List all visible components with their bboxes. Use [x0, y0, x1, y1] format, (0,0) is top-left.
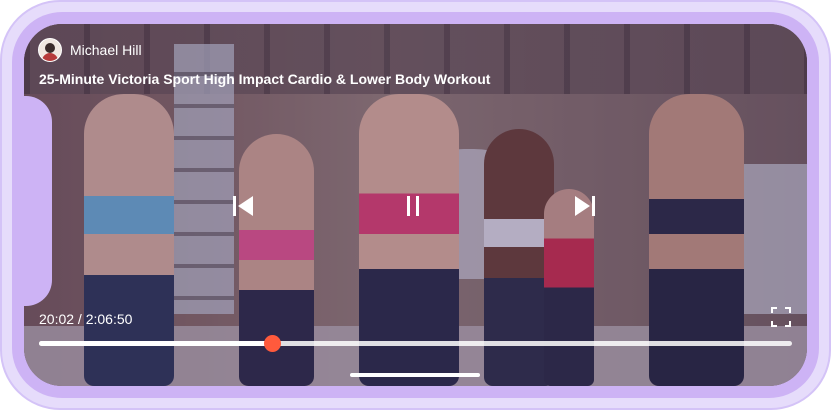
- playback-controls: [229, 192, 599, 220]
- video-title: 25-Minute Victoria Sport High Impact Car…: [39, 71, 491, 87]
- time-display: 20:02 / 2:06:50: [39, 311, 133, 327]
- skip-previous-icon: [233, 196, 253, 216]
- pause-icon: [407, 196, 419, 216]
- fullscreen-button[interactable]: [770, 306, 792, 328]
- fullscreen-icon: [771, 307, 791, 327]
- previous-button[interactable]: [229, 192, 257, 220]
- skip-next-icon: [575, 196, 595, 216]
- author-row[interactable]: Michael Hill: [38, 38, 142, 62]
- phone-notch: [12, 96, 52, 306]
- home-indicator[interactable]: [350, 373, 480, 377]
- avatar[interactable]: [38, 38, 62, 62]
- pause-button[interactable]: [399, 192, 427, 220]
- progress-bar[interactable]: [39, 335, 792, 352]
- video-player[interactable]: Michael Hill 25-Minute Victoria Sport Hi…: [24, 24, 807, 386]
- progress-fill: [39, 341, 273, 346]
- author-name[interactable]: Michael Hill: [70, 42, 142, 58]
- next-button[interactable]: [571, 192, 599, 220]
